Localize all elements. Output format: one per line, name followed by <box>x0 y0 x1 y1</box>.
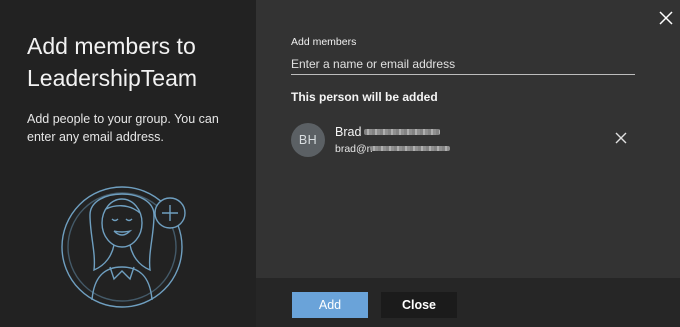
close-icon[interactable] <box>656 8 676 28</box>
member-email: brad@n <box>335 143 373 155</box>
add-members-label: Add members <box>291 36 357 48</box>
member-search-input[interactable] <box>291 54 635 75</box>
dialog-description: Add people to your group. You can enter … <box>27 112 219 144</box>
info-panel: Add members to LeadershipTeam Add people… <box>0 0 256 327</box>
close-button[interactable]: Close <box>381 292 457 318</box>
member-name-text: Brad <box>335 125 362 139</box>
remove-member-icon[interactable] <box>614 131 628 145</box>
member-email-text: brad@n <box>335 143 373 155</box>
person-add-illustration <box>61 186 186 308</box>
avatar: BH <box>291 123 325 157</box>
member-name: Brad <box>335 125 361 139</box>
members-heading: This person will be added <box>291 90 438 104</box>
redacted-name <box>364 129 440 135</box>
add-button[interactable]: Add <box>292 292 368 318</box>
dialog-title: Add members to LeadershipTeam <box>27 33 198 91</box>
redacted-email <box>370 146 450 151</box>
